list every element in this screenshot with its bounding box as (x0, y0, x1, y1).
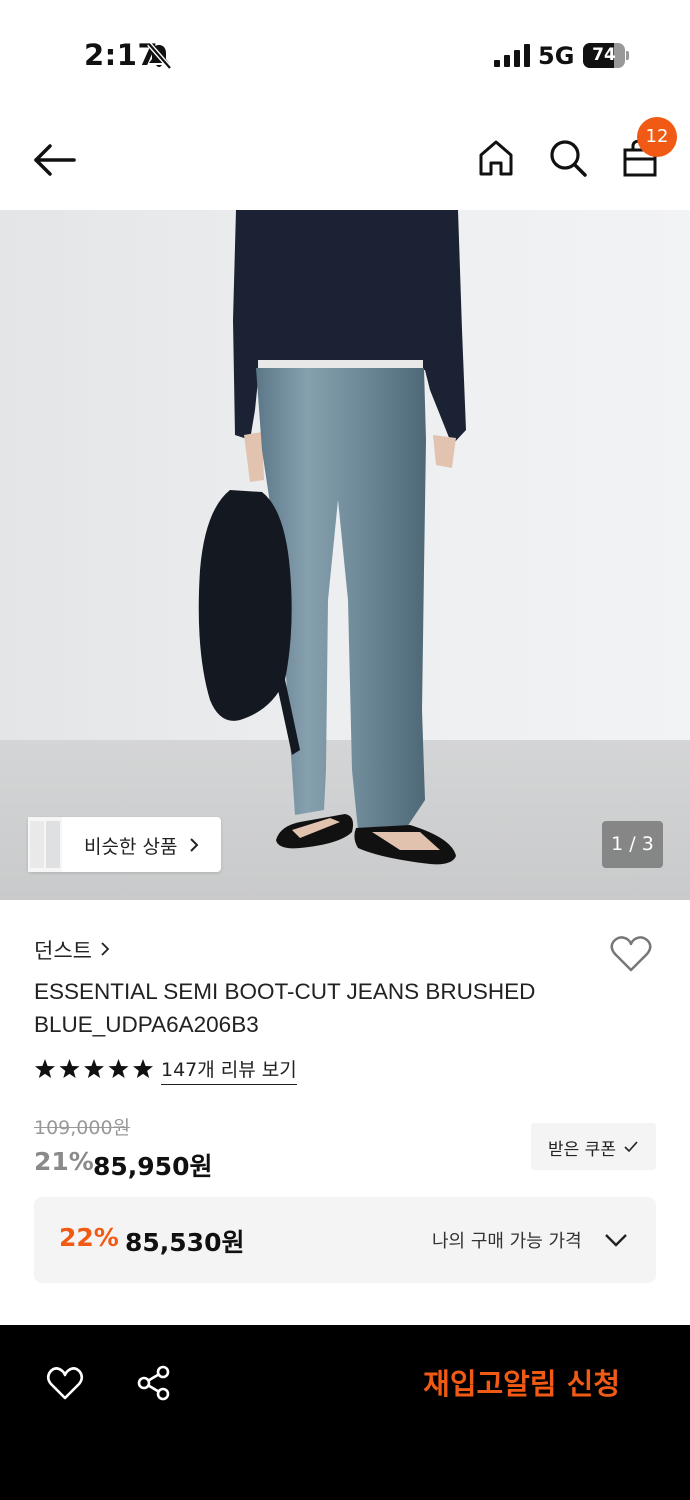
product-title: ESSENTIAL SEMI BOOT-CUT JEANS BRUSHED BL… (34, 979, 536, 1037)
best-price-value: 85,530원 (125, 1228, 245, 1257)
battery-percent: 74 (592, 45, 616, 65)
best-price-label: 나의 구매 가능 가격 (432, 1231, 582, 1252)
review-link[interactable]: 147개 리뷰 보기 (161, 1055, 297, 1085)
heart-icon[interactable] (46, 1366, 84, 1402)
image-counter: 1 / 3 (602, 821, 663, 868)
received-coupon-button[interactable]: 받은 쿠폰 (531, 1123, 656, 1170)
network-label: 5G (538, 42, 575, 70)
chevron-right-icon (101, 942, 110, 956)
product-photo (0, 210, 690, 900)
battery-icon: 74 (583, 43, 629, 68)
brand-link[interactable]: 던스트 (34, 935, 110, 965)
best-price-box[interactable]: 22% 85,530원 나의 구매 가능 가격 (34, 1197, 656, 1283)
star-icon (108, 1059, 129, 1078)
star-icon (84, 1059, 104, 1078)
star-icon (35, 1059, 55, 1078)
home-icon[interactable] (476, 138, 516, 178)
star-icon (59, 1059, 80, 1078)
discount-rate: 21% (34, 1147, 94, 1176)
brand-name: 던스트 (34, 939, 92, 963)
back-arrow-icon[interactable] (30, 140, 78, 180)
wishlist-heart-icon[interactable] (609, 934, 653, 974)
star-icon (133, 1059, 153, 1078)
app-header (0, 110, 690, 210)
chevron-right-icon (190, 838, 199, 852)
share-icon[interactable] (136, 1365, 172, 1401)
similar-thumbnails (28, 817, 62, 872)
restock-alert-button[interactable]: 재입고알림 신청 (400, 1361, 650, 1407)
bell-off-icon (147, 42, 172, 70)
product-image[interactable] (0, 210, 690, 900)
chevron-down-icon (605, 1234, 627, 1247)
sale-price: 85,950원 (93, 1152, 213, 1181)
similar-products-label: 비슷한 상품 (84, 836, 178, 858)
status-bar: 2:17 5G 74 (0, 0, 690, 110)
similar-products-button[interactable]: 비슷한 상품 (28, 817, 221, 872)
check-icon (624, 1141, 638, 1153)
search-icon[interactable] (548, 138, 588, 178)
cart-count-badge: 12 (637, 117, 677, 157)
bottom-action-bar: 재입고알림 신청 (0, 1325, 690, 1500)
rating-stars (35, 1059, 153, 1078)
signal-icon (494, 44, 530, 67)
original-price: 109,000원 (34, 1117, 131, 1139)
coupon-label: 받은 쿠폰 (548, 1140, 616, 1160)
best-price-rate: 22% (59, 1223, 119, 1252)
